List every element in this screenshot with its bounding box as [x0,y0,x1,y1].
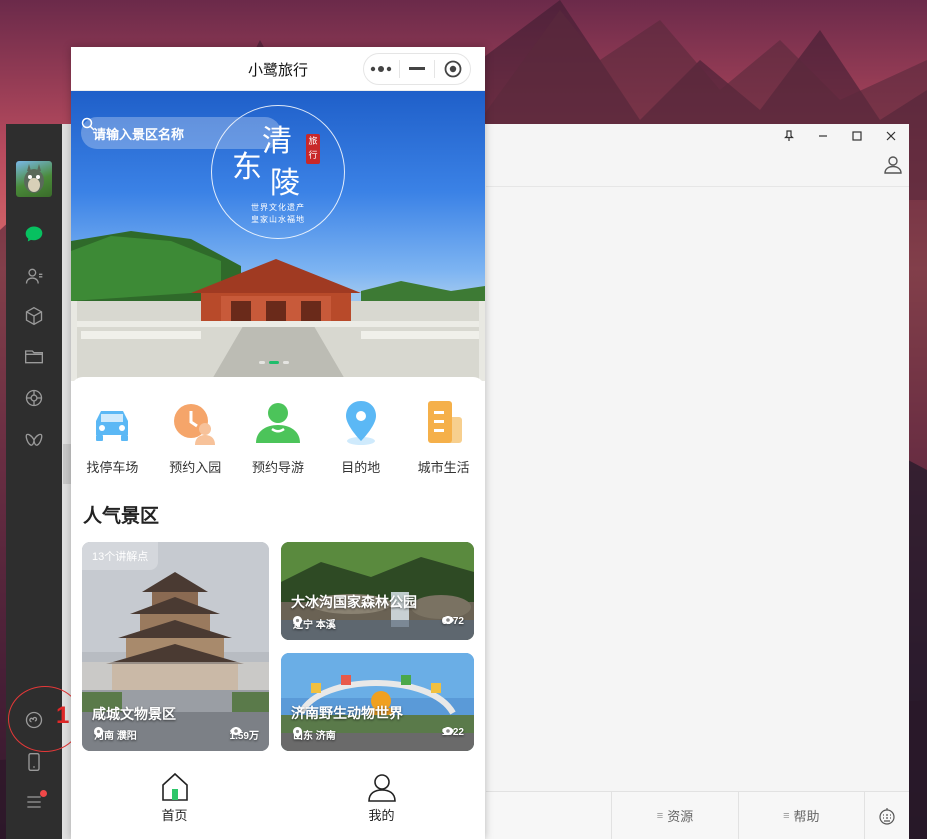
location-icon [293,727,302,738]
seal-stamp: 旅行 [306,134,320,164]
notification-dot [40,790,47,797]
annotation-number: 1 [56,702,70,729]
moments-icon[interactable] [22,386,46,410]
pane-divider [486,186,909,187]
seal-subtitle: 皇家山水福地 [251,215,305,224]
quick-link-reserve-entry[interactable]: 预约入园 [154,399,237,476]
search-placeholder: 请输入景区名称 [93,126,185,142]
close-target-icon[interactable] [435,54,470,84]
window-controls [779,130,901,145]
bottom-item-help[interactable]: ≡ 帮助 [739,792,865,839]
spot-card-jinan-zoo[interactable]: 济南野生动物世界 山东 济南 1022 [281,653,474,751]
tab-label: 首页 [161,808,188,823]
quick-link-label: 找停车场 [86,460,139,475]
bottom-item-resources[interactable]: ≡ 资源 [612,792,739,839]
bottom-item-label: 帮助 [793,809,820,824]
banner-seal: 清 东 陵 旅行 世界文化遗产 皇家山水福地 [211,105,345,239]
guide-icon [255,403,300,443]
seal-char: 东 [232,150,262,185]
bottom-item-blank[interactable] [486,792,613,839]
location-icon [293,616,302,627]
spot-views: 6772 [441,616,464,627]
quick-link-label: 目的地 [341,460,381,475]
tab-mine[interactable]: 我的 [278,769,485,839]
eye-icon [441,727,454,735]
quick-link-destination[interactable]: 目的地 [319,399,402,476]
more-icon[interactable] [364,54,399,84]
seal-char: 陵 [270,166,300,201]
avatar[interactable] [16,161,52,197]
spot-name: 济南野生动物世界 [291,705,403,721]
minimize-window-icon[interactable] [813,130,833,145]
keyboard-icon[interactable] [865,792,909,839]
scrollbar[interactable] [63,444,71,484]
contacts-icon[interactable] [22,264,46,288]
quick-link-label: 预约入园 [169,460,222,475]
bottom-item-label: 资源 [667,809,694,824]
chat-icon[interactable] [22,222,46,246]
pin-icon[interactable] [779,130,799,145]
spot-views: 1.59万 [229,727,259,742]
document-icon [427,401,462,443]
content-pane: ≡ 资源 ≡ 帮助 [486,124,909,839]
quick-link-city-life[interactable]: 城市生活 [402,399,485,476]
spot-location: 辽宁 本溪 [293,616,336,631]
spot-card-dabinggou[interactable]: 大冰沟国家森林公园 辽宁 本溪 6772 [281,542,474,640]
spot-name: 咸城文物景区 [92,706,176,722]
car-icon [96,411,129,441]
capsule-menu [363,53,471,85]
user-icon[interactable] [883,154,903,174]
close-window-icon[interactable] [881,130,901,145]
spot-card-xiancheng[interactable]: 13个讲解点 咸城文物景区 河南 濮阳 1.59万 [82,542,269,751]
quick-links: 找停车场 预约入园 预约导游 目的地 城市生活 [71,399,485,476]
spot-badge: 13个讲解点 [82,542,159,570]
spot-views: 1022 [441,727,464,738]
tab-bar: 首页 我的 [71,769,485,839]
phone-icon[interactable] [22,750,46,774]
maximize-window-icon[interactable] [847,130,867,145]
folder-icon[interactable] [22,344,46,368]
box-icon[interactable] [22,304,46,328]
minimize-icon[interactable] [400,54,435,84]
search-icon [81,117,95,131]
mini-program-window: 小鹭旅行 请输入景区名称 清 东 陵 旅行 世界文化遗产 皇家山水福地 找停车场… [71,47,485,839]
profile-icon [367,774,396,802]
quick-link-reserve-guide[interactable]: 预约导游 [237,399,320,476]
navigation-bar: 小鹭旅行 [71,47,485,91]
carousel-dot[interactable] [283,361,289,364]
tab-label: 我的 [368,808,395,823]
location-pin-icon [345,401,376,445]
bottom-bar: ≡ 资源 ≡ 帮助 [486,791,909,839]
eye-icon [229,727,242,735]
tab-home[interactable]: 首页 [71,769,278,839]
spot-location: 山东 济南 [293,727,336,742]
list-icon: ≡ [783,809,790,822]
quick-link-label: 预约导游 [251,460,304,475]
butterfly-icon[interactable] [22,428,46,452]
section-title: 人气景区 [83,506,160,527]
eye-icon [441,616,454,624]
location-icon [94,727,103,738]
seal-subtitle: 世界文化遗产 [251,203,305,212]
home-icon [161,772,188,801]
spot-name: 大冰沟国家森林公园 [291,594,417,610]
clock-user-icon [174,404,216,445]
carousel-dot-active[interactable] [269,361,279,364]
seal-char: 清 [262,124,292,159]
spot-location: 河南 濮阳 [94,727,137,742]
list-icon: ≡ [656,809,664,822]
banner[interactable]: 请输入景区名称 清 东 陵 旅行 世界文化遗产 皇家山水福地 [71,91,485,381]
quick-link-parking[interactable]: 找停车场 [71,399,154,476]
carousel-dot[interactable] [259,361,265,364]
quick-link-label: 城市生活 [417,460,470,475]
content-card: 找停车场 预约入园 预约导游 目的地 城市生活 人气景区 13个讲解点 咸城文物… [71,377,485,837]
carousel-indicator [259,361,289,364]
